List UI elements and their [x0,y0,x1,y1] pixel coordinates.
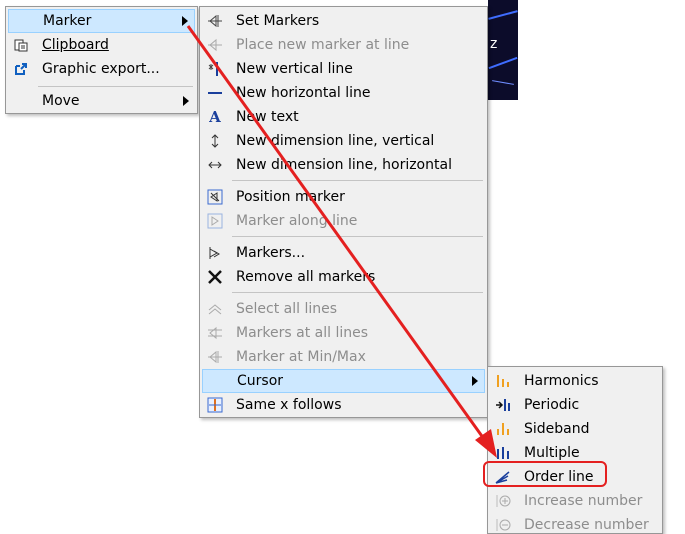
menu-item-new-text[interactable]: A New text [202,105,485,129]
axis-letter: z [490,36,498,52]
menu-item-label: Markers at all lines [236,325,369,341]
menu-separator [38,86,193,87]
menu-item-position-marker[interactable]: Position marker [202,185,485,209]
menu-item-place-new-marker[interactable]: Place new marker at line [202,33,485,57]
menu-item-label: Harmonics [524,373,599,389]
submenu-arrow-icon [183,96,189,106]
menu-item-label: Marker [43,13,92,29]
menu-item-move[interactable]: Move [8,89,195,113]
place-marker-icon [206,36,224,54]
text-icon: A [209,108,221,126]
menu-item-marker-along-line[interactable]: Marker along line [202,209,485,233]
markers-icon [206,244,224,262]
same-x-icon [206,396,224,414]
menu-item-set-markers[interactable]: Set Markers [202,9,485,33]
menu-item-label: Graphic export... [42,61,160,77]
menu-item-label: Place new marker at line [236,37,410,53]
menu-separator [232,236,483,237]
increase-icon [494,492,512,510]
sideband-icon [494,420,512,438]
menu-item-new-vertical-line[interactable]: New vertical line [202,57,485,81]
cursor-submenu: Harmonics Periodic Sideband Multiple Ord… [487,366,663,534]
dimension-vertical-icon [206,132,224,150]
annotation-highlight-box [483,461,607,487]
context-menu: Marker Clipboard Graphic export... Move [5,6,198,114]
menu-item-label: New text [236,109,299,125]
plot-trace [488,10,518,20]
menu-item-label: Marker at Min/Max [236,349,366,365]
plot-trace [492,80,514,85]
menu-item-label: New vertical line [236,61,353,77]
menu-item-label: Move [42,93,80,109]
menu-item-label: New horizontal line [236,85,371,101]
menu-item-label: New dimension line, horizontal [236,157,452,173]
select-lines-icon [206,300,224,318]
menu-item-select-all-lines[interactable]: Select all lines [202,297,485,321]
menu-separator [232,180,483,181]
set-markers-icon [206,12,224,30]
menu-item-label: Markers... [236,245,306,261]
menu-item-dimension-vertical[interactable]: New dimension line, vertical [202,129,485,153]
menu-item-sideband[interactable]: Sideband [490,417,660,441]
decrease-icon [494,516,512,534]
menu-item-harmonics[interactable]: Harmonics [490,369,660,393]
periodic-icon [494,396,512,414]
menu-item-cursor[interactable]: Cursor [202,369,485,393]
menu-item-label: Clipboard [42,37,109,53]
menu-item-label: Position marker [236,189,345,205]
menu-item-label: Select all lines [236,301,338,317]
dimension-horizontal-icon [206,156,224,174]
menu-item-graphic-export[interactable]: Graphic export... [8,57,195,81]
vertical-line-icon [206,60,224,78]
menu-item-dimension-horizontal[interactable]: New dimension line, horizontal [202,153,485,177]
export-icon [12,60,30,78]
menu-item-periodic[interactable]: Periodic [490,393,660,417]
menu-item-label: New dimension line, vertical [236,133,435,149]
menu-item-markers[interactable]: Markers... [202,241,485,265]
menu-item-label: Marker along line [236,213,358,229]
menu-item-label: Cursor [237,373,284,389]
horizontal-line-icon [206,84,224,102]
position-marker-icon [206,188,224,206]
clipboard-icon [12,36,30,54]
menu-item-label: Increase number [524,493,643,509]
background-plot: z [488,0,518,100]
menu-item-label: Same x follows [236,397,342,413]
menu-separator [232,292,483,293]
marker-submenu: Set Markers Place new marker at line New… [199,6,488,418]
marker-along-line-icon [206,212,224,230]
menu-item-remove-all-markers[interactable]: Remove all markers [202,265,485,289]
menu-item-label: Decrease number [524,517,649,533]
menu-item-same-x-follows[interactable]: Same x follows [202,393,485,417]
markers-all-lines-icon [206,324,224,342]
multiple-icon [494,444,512,462]
harmonics-icon [494,372,512,390]
menu-item-label: Multiple [524,445,580,461]
remove-markers-icon [206,268,224,286]
menu-item-new-horizontal-line[interactable]: New horizontal line [202,81,485,105]
menu-item-increase-number[interactable]: Increase number [490,489,660,513]
menu-item-marker-at-min-max[interactable]: Marker at Min/Max [202,345,485,369]
menu-item-markers-at-all-lines[interactable]: Markers at all lines [202,321,485,345]
menu-item-label: Periodic [524,397,580,413]
plot-trace [488,56,518,70]
menu-item-label: Remove all markers [236,269,376,285]
marker-minmax-icon [206,348,224,366]
menu-item-clipboard[interactable]: Clipboard [8,33,195,57]
submenu-arrow-icon [182,16,188,26]
menu-item-label: Set Markers [236,13,320,29]
submenu-arrow-icon [472,376,478,386]
menu-item-label: Sideband [524,421,590,437]
menu-item-decrease-number[interactable]: Decrease number [490,513,660,534]
menu-item-marker[interactable]: Marker [8,9,195,33]
